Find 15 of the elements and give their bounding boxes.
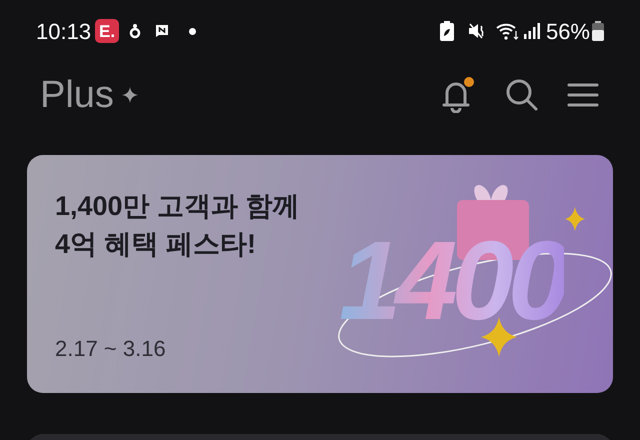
battery-saver-icon [440, 21, 454, 41]
wifi-icon [496, 21, 520, 41]
battery-icon [592, 21, 604, 41]
chat-icon [155, 24, 170, 38]
sparkle-icon [122, 87, 138, 103]
battery-percent: 56% [546, 18, 590, 46]
signal-icon [524, 23, 540, 39]
status-time: 10:13 [36, 18, 92, 46]
banner-headline: 1,400만 고객과 함께 4억 혜택 페스타! [55, 190, 301, 261]
pin-icon [129, 23, 142, 39]
app-title: Plus [40, 76, 114, 114]
banner-period: 2.17 ~ 3.16 [55, 335, 167, 363]
search-icon [505, 78, 539, 112]
menu-icon [567, 82, 599, 108]
app-badge-icon: E. [95, 19, 120, 43]
